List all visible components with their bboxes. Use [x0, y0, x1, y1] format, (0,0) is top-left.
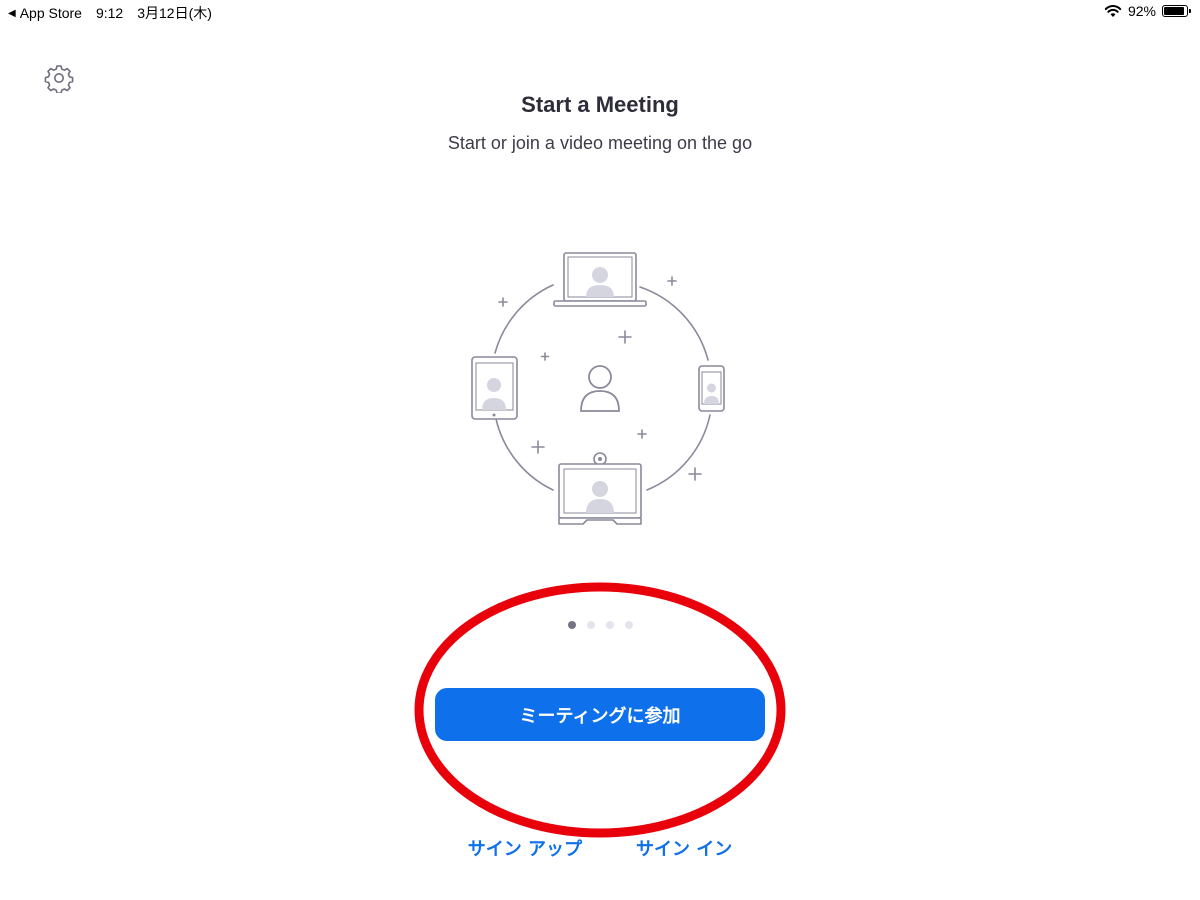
page-subtitle: Start or join a video meeting on the go: [447, 133, 753, 153]
back-arrow-icon[interactable]: ◀: [8, 8, 16, 19]
video-meeting-devices-illustration: [471, 252, 725, 525]
status-right: 92%: [1104, 3, 1191, 19]
page-title: Start a Meeting: [521, 92, 679, 117]
auth-links: サイン アップ サイン イン: [0, 835, 1200, 861]
gear-icon[interactable]: [44, 63, 74, 93]
back-to-app-label[interactable]: App Store: [20, 5, 82, 21]
page-indicator[interactable]: [0, 621, 1200, 629]
page-dot[interactable]: [567, 621, 576, 629]
battery-icon: [1162, 5, 1191, 17]
page-dot[interactable]: [586, 621, 595, 629]
page-dot[interactable]: [605, 621, 614, 629]
battery-percent: 92%: [1127, 3, 1156, 19]
page-dot[interactable]: [624, 621, 633, 629]
status-date: 3月12日(木): [137, 5, 212, 21]
status-bar: ◀ App Store 9:12 3月12日(木) 92%: [0, 0, 1200, 24]
wifi-icon: [1104, 5, 1122, 17]
battery-level: [1164, 7, 1185, 15]
sign-up-link[interactable]: サイン アップ: [468, 835, 582, 861]
join-meeting-button[interactable]: ミーティングに参加: [435, 688, 765, 741]
status-time: 9:12: [95, 5, 124, 21]
sign-in-link[interactable]: サイン イン: [636, 835, 732, 861]
status-left: ◀ App Store 9:12 3月12日(木): [8, 3, 212, 23]
